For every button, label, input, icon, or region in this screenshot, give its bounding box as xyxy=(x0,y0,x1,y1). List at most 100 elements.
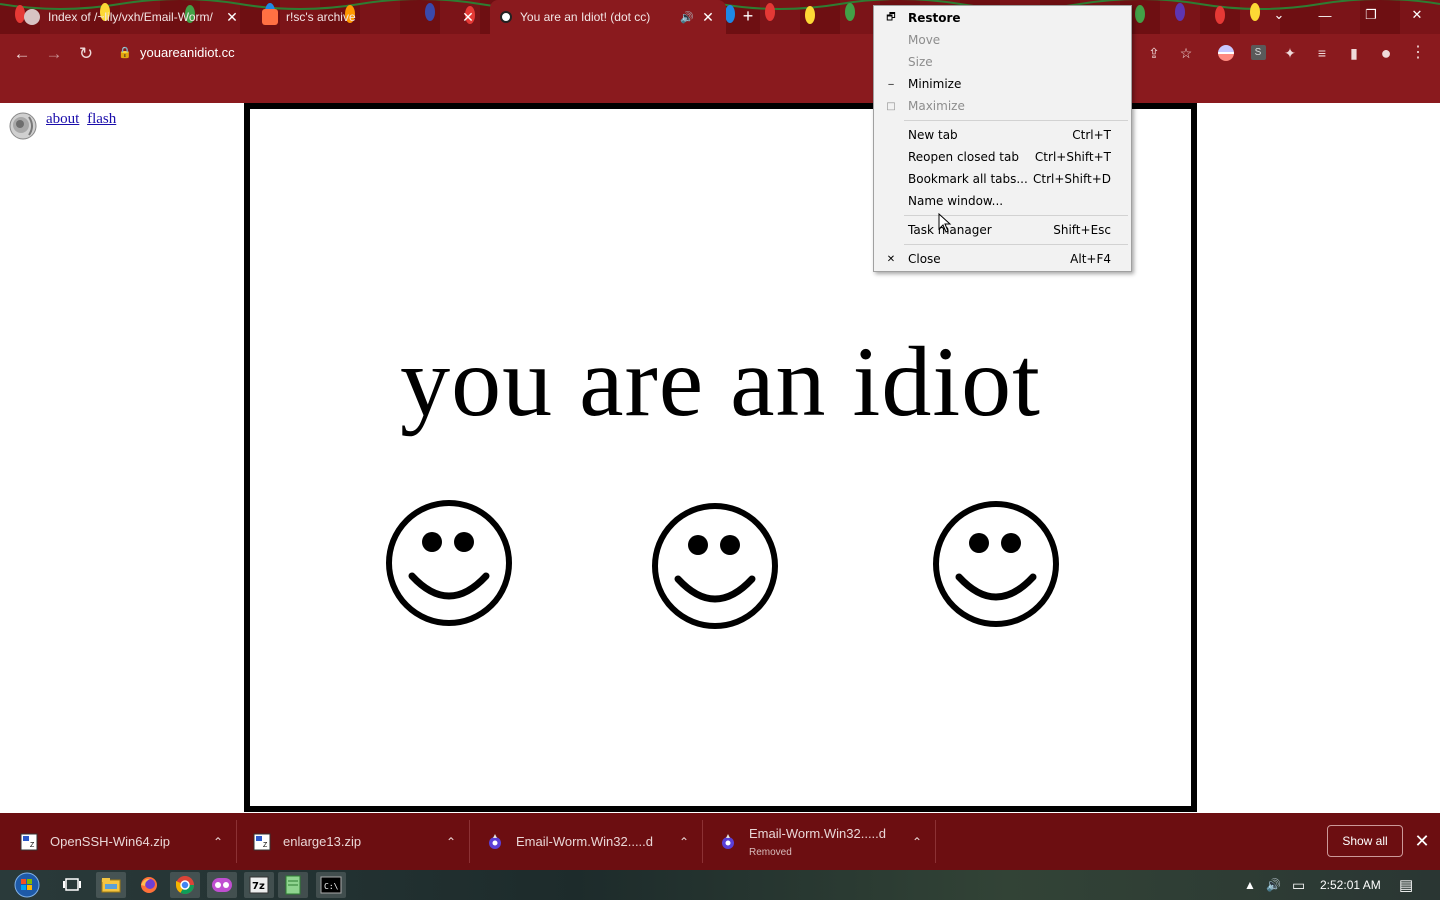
zip-archive-icon: Z xyxy=(20,833,38,850)
tab-title: You are an Idiot! (dot cc) xyxy=(520,10,651,24)
download-filename: enlarge13.zip xyxy=(283,834,362,849)
tab-close-icon[interactable]: ✕ xyxy=(460,9,476,26)
chevron-up-icon[interactable]: ⌃ xyxy=(441,835,461,849)
page-favicon-icon xyxy=(262,9,278,25)
notepad-icon[interactable] xyxy=(278,872,308,898)
chrome-icon[interactable] xyxy=(170,872,200,898)
download-item-removed[interactable]: Email-Worm.Win32.....d Removed ⌃ xyxy=(719,813,927,870)
download-item[interactable]: Z OpenSSH-Win64.zip ⌃ xyxy=(20,813,228,870)
show-all-downloads-button[interactable]: Show all xyxy=(1327,825,1403,857)
reload-button[interactable]: ↻ xyxy=(74,42,98,66)
tab-you-are-an-idiot[interactable]: You are an Idiot! (dot cc) 🔊 ✕ xyxy=(490,0,726,34)
file-explorer-icon[interactable] xyxy=(96,872,126,898)
network-icon[interactable]: ▭ xyxy=(1292,870,1305,900)
bookmark-star-icon[interactable]: ☆ xyxy=(1175,42,1197,64)
window-system-menu: 🗗 Restore Move Size ‒ Minimize □ Maximiz… xyxy=(873,5,1132,272)
download-item[interactable]: Z enlarge13.zip ⌃ xyxy=(253,813,461,870)
flash-link[interactable]: flash xyxy=(87,111,116,127)
restore-button[interactable]: ❐ xyxy=(1348,0,1394,30)
lock-icon[interactable]: 🔒 xyxy=(118,46,132,59)
share-icon[interactable]: ⇪ xyxy=(1143,42,1165,64)
close-window-button[interactable]: ✕ xyxy=(1394,0,1440,30)
extension-globe-icon[interactable] xyxy=(1215,42,1237,64)
close-shelf-icon[interactable]: ✕ xyxy=(1412,829,1432,853)
executable-file-icon xyxy=(489,833,501,849)
windows-start-orb-icon xyxy=(14,872,40,898)
notifications-icon[interactable]: ▤ xyxy=(1399,870,1413,900)
clock[interactable]: 2:52:01 AM xyxy=(1320,870,1381,900)
close-icon: ✕ xyxy=(886,253,896,265)
menu-item-close[interactable]: ✕ Close Alt+F4 xyxy=(874,248,1131,270)
reading-list-icon[interactable]: ≡ xyxy=(1311,42,1333,64)
svg-text:C:\: C:\ xyxy=(324,882,339,891)
menu-item-task-manager[interactable]: Task manager Shift+Esc xyxy=(874,219,1131,241)
tab-title: r!sc's archive xyxy=(286,10,356,24)
download-filename: Email-Worm.Win32.....d xyxy=(749,825,887,841)
smiley-face-icon xyxy=(652,503,778,629)
restore-icon: 🗗 xyxy=(886,11,896,23)
volume-icon[interactable]: 🔊 xyxy=(1266,870,1281,900)
download-divider xyxy=(469,820,470,863)
menu-item-new-tab[interactable]: New tab Ctrl+T xyxy=(874,124,1131,146)
download-status: Removed xyxy=(749,846,792,858)
back-button[interactable]: ← xyxy=(10,42,34,66)
chevron-up-icon[interactable]: ⌃ xyxy=(907,835,927,849)
new-tab-button[interactable]: + xyxy=(738,6,758,26)
download-filename: Email-Worm.Win32.....d xyxy=(516,834,654,849)
speaker-icon[interactable] xyxy=(8,111,38,141)
svg-text:Z: Z xyxy=(263,842,268,849)
7zip-icon[interactable]: 7z xyxy=(244,872,274,898)
maximize-icon: □ xyxy=(886,100,896,112)
tab-riscs-archive[interactable]: r!sc's archive ✕ xyxy=(252,0,486,34)
tray-overflow-icon[interactable]: ▲ xyxy=(1244,870,1256,900)
download-divider xyxy=(236,820,237,863)
menu-item-name-window[interactable]: Name window... xyxy=(874,190,1131,212)
svg-text:Z: Z xyxy=(30,842,35,849)
side-panel-icon[interactable]: ▮ xyxy=(1343,42,1365,64)
extension-s-icon[interactable]: S xyxy=(1247,42,1269,64)
top-links: about flash xyxy=(46,111,120,128)
tab-close-icon[interactable]: ✕ xyxy=(700,9,716,26)
windows-taskbar: 7z C:\ ▲ 🔊 ▭ 2:52:01 AM ▤ xyxy=(0,870,1440,900)
menu-item-reopen-closed-tab[interactable]: Reopen closed tab Ctrl+Shift+T xyxy=(874,146,1131,168)
tab-close-icon[interactable]: ✕ xyxy=(224,9,240,26)
firefox-icon[interactable] xyxy=(134,872,164,898)
chevron-up-icon[interactable]: ⌃ xyxy=(674,835,694,849)
extensions-puzzle-icon[interactable]: ✦ xyxy=(1279,42,1301,64)
menu-item-minimize[interactable]: ‒ Minimize xyxy=(874,73,1131,95)
zip-archive-icon: Z xyxy=(253,833,271,850)
task-view-icon[interactable] xyxy=(57,872,87,898)
tab-strip: Index of /~lily/vxh/Email-Worm/ ✕ r!sc's… xyxy=(0,0,1440,34)
page-content: about flash you are an idiot xyxy=(0,103,1440,813)
headline-text: you are an idiot xyxy=(400,326,1041,437)
smiley-favicon-icon xyxy=(500,11,512,23)
svg-text:7z: 7z xyxy=(252,881,265,892)
chrome-menu-icon[interactable]: ⋮ xyxy=(1407,42,1429,64)
menu-item-size[interactable]: Size xyxy=(874,51,1131,73)
audio-playing-icon[interactable]: 🔊 xyxy=(680,11,694,24)
download-divider xyxy=(935,820,936,863)
forward-button[interactable]: → xyxy=(42,42,66,66)
smiley-face-icon xyxy=(386,500,512,626)
url-text[interactable]: youareanidiot.cc xyxy=(140,45,235,60)
menu-item-move[interactable]: Move xyxy=(874,29,1131,51)
executable-file-icon xyxy=(722,833,734,849)
menu-item-restore[interactable]: 🗗 Restore xyxy=(874,7,1131,29)
mouse-cursor-icon xyxy=(938,213,952,233)
minimize-button[interactable]: — xyxy=(1302,0,1348,30)
app-mask-icon[interactable] xyxy=(207,872,237,898)
smiley-face-icon xyxy=(933,501,1059,627)
start-button[interactable] xyxy=(10,872,44,898)
browser-toolbar: ← → ↻ 🔒 youareanidiot.cc ⇪ ☆ S ✦ ≡ ▮ ● ⋮ xyxy=(0,34,1440,103)
menu-separator xyxy=(904,244,1128,245)
command-prompt-icon[interactable]: C:\ xyxy=(316,872,346,898)
menu-item-bookmark-all-tabs[interactable]: Bookmark all tabs... Ctrl+Shift+D xyxy=(874,168,1131,190)
chevron-up-icon[interactable]: ⌃ xyxy=(208,835,228,849)
tab-index-of-email-worm[interactable]: Index of /~lily/vxh/Email-Worm/ ✕ xyxy=(14,0,250,34)
about-link[interactable]: about xyxy=(46,111,79,127)
tab-search-chevron-icon[interactable]: ⌄ xyxy=(1256,0,1302,30)
minimize-icon: ‒ xyxy=(887,78,895,90)
menu-item-maximize[interactable]: □ Maximize xyxy=(874,95,1131,117)
profile-avatar-icon[interactable]: ● xyxy=(1375,42,1397,64)
download-item[interactable]: Email-Worm.Win32.....d ⌃ xyxy=(486,813,694,870)
